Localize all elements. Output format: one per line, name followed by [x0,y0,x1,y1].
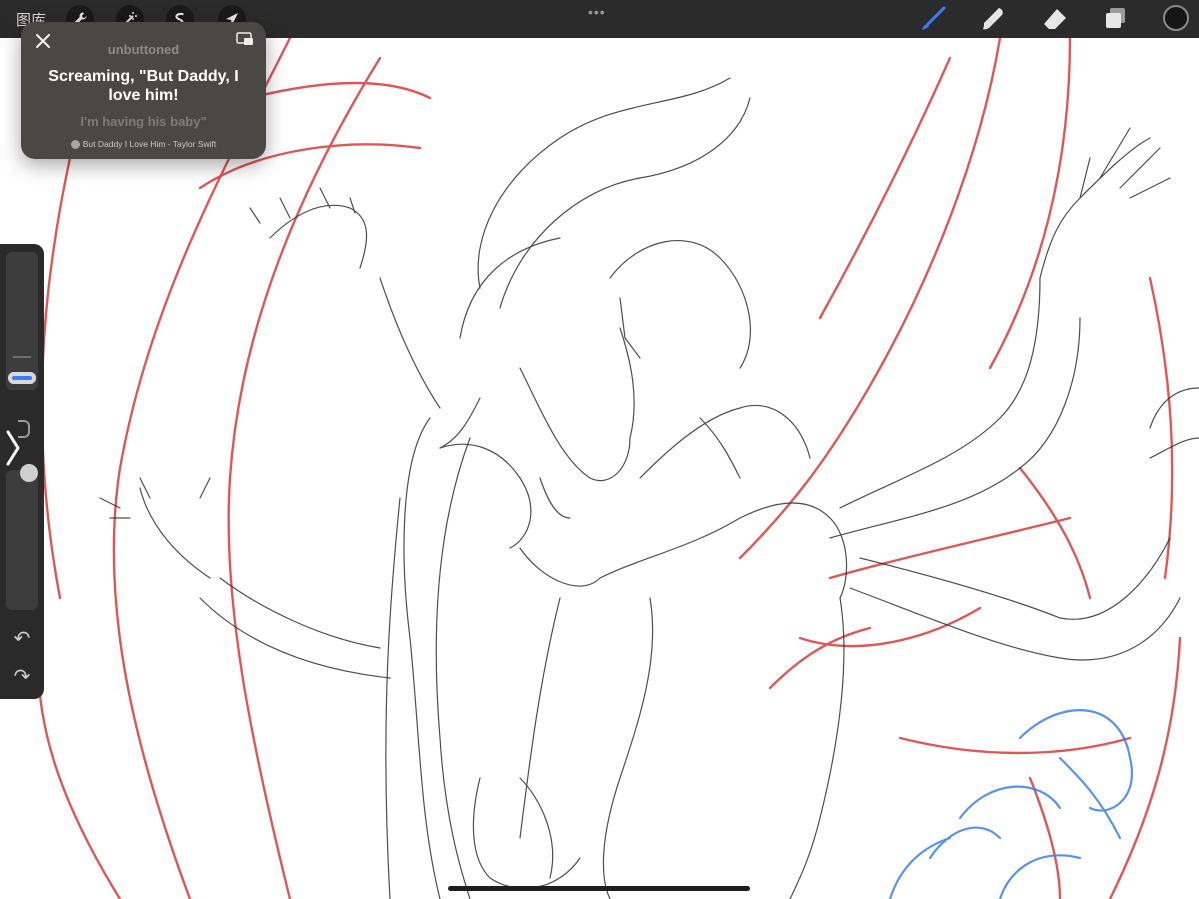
brush-tool-button[interactable] [918,4,948,34]
blue-sketch-layer [888,709,1133,899]
chevron-right-icon[interactable] [4,428,22,468]
undo-icon: ↶ [13,628,31,650]
current-lyric-line: Screaming, "But Daddy, I love him! [48,68,239,104]
brush-size-slider[interactable] [6,252,38,390]
smudge-icon [983,8,1003,30]
size-tick-mark [13,356,31,358]
home-indicator[interactable] [448,886,750,891]
layers-button[interactable] [1100,4,1130,34]
red-sketch-layer [37,38,1182,899]
song-title: But Daddy I Love Him - Taylor Swift [82,139,217,149]
brush-size-thumb[interactable] [8,372,36,384]
previous-lyric-line: unbuttoned [107,42,180,57]
song-info: But Daddy I Love Him - Taylor Swift [21,139,266,149]
lyrics-popup: unbuttoned Screaming, "But Daddy, I love… [21,22,266,159]
brush-opacity-thumb[interactable] [20,464,38,482]
pencil-line-art-layer [99,77,1199,899]
layers-icon [1106,8,1125,28]
redo-button[interactable]: ↷ [11,666,33,688]
brush-sidebar: ↶ ↷ [0,244,44,699]
eraser-icon [1044,9,1066,29]
eraser-tool-button[interactable] [1040,4,1070,34]
music-app-icon [70,139,80,149]
next-lyric-line: I'm having his baby" [80,114,207,129]
drawing-canvas[interactable] [0,38,1199,899]
brush-icon [922,6,946,30]
redo-icon: ↷ [13,666,31,688]
smudge-tool-button[interactable] [978,4,1008,34]
color-picker-button[interactable] [1163,5,1189,31]
undo-button[interactable]: ↶ [11,628,33,650]
more-indicator[interactable]: ••• [588,4,606,20]
brush-opacity-slider[interactable] [6,470,38,610]
